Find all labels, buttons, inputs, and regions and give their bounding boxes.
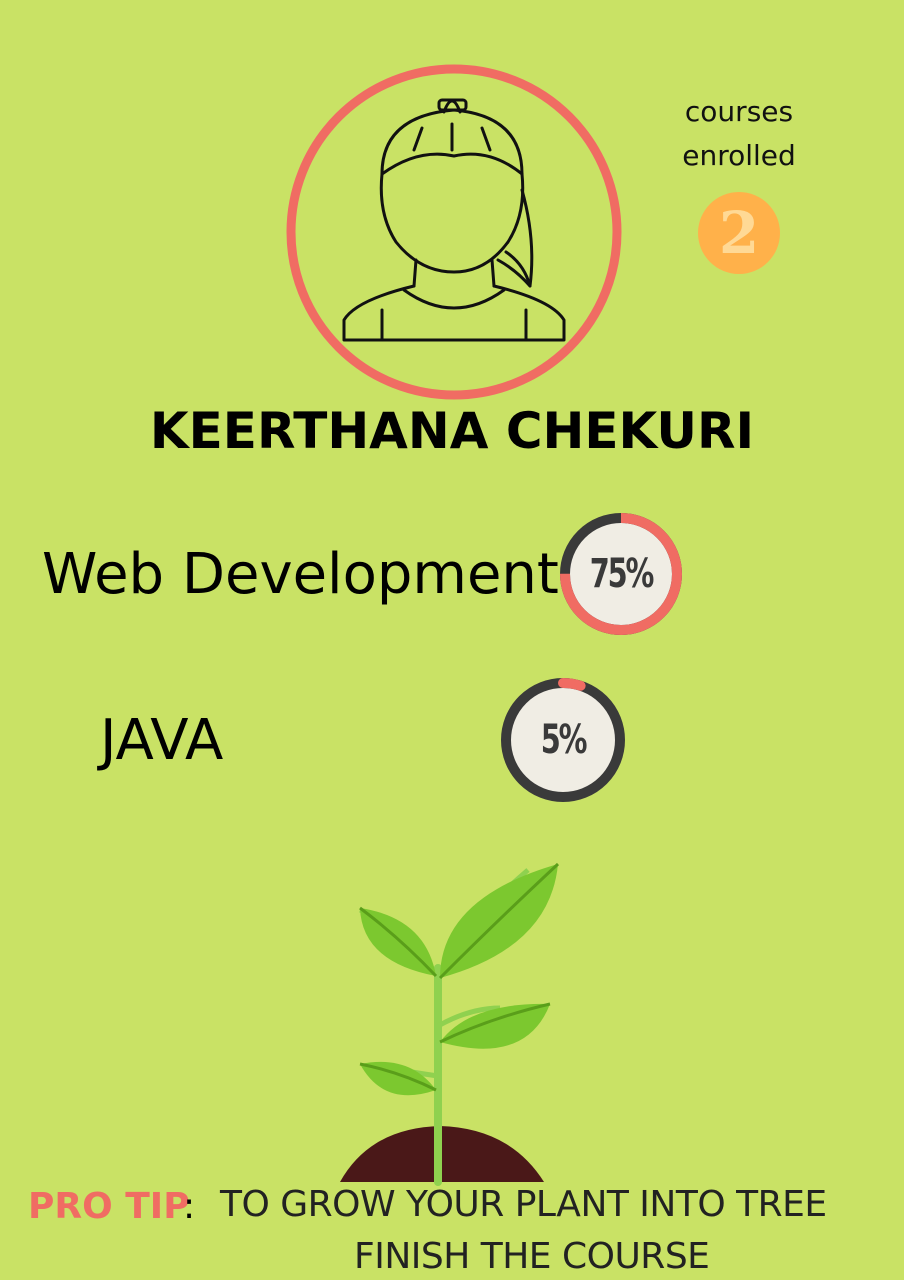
course-progress-label: 5% [540,717,588,763]
course-progress-gauge-java: 5% [496,673,630,807]
sprout-plant-icon [330,858,570,1188]
pro-tip-text-line2: FINISH THE COURSE [354,1236,710,1277]
courses-enrolled-label-line1: courses [684,95,794,128]
pro-tip-label: PRO TIP [28,1186,190,1227]
pro-tip-colon: : [183,1186,196,1227]
course-title-web-development[interactable]: Web Development [42,540,559,610]
pro-tip-text-line1: TO GROW YOUR PLANT INTO TREE [220,1184,827,1225]
course-title-java[interactable]: JAVA [100,706,223,776]
courses-enrolled-label-line2: enrolled [682,139,796,172]
courses-enrolled-count-badge: 2 [698,192,780,274]
profile-avatar [286,64,622,400]
course-progress-gauge-web-development: 75% [555,508,687,640]
course-progress-label: 75% [589,551,655,597]
user-name: KEERTHANA CHEKURI [149,402,755,460]
female-user-avatar-icon [286,64,622,400]
courses-enrolled-label: courses enrolled [660,90,818,178]
